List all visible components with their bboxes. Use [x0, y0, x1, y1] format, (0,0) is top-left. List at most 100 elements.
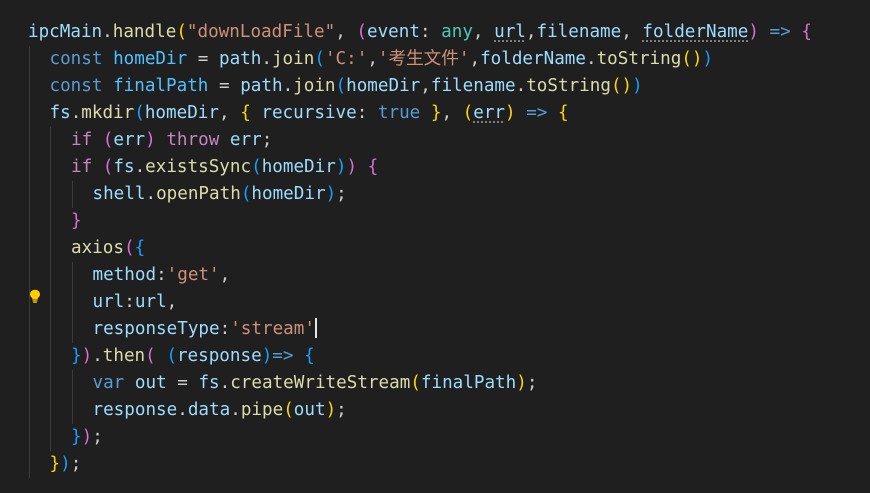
line-content: fs.mkdir(homeDir, { recursive: true }, (…: [50, 100, 569, 127]
line-content: const homeDir = path.join('C:','考生文件',fo…: [50, 46, 714, 73]
code-token: (: [462, 103, 474, 123]
code-token: data: [187, 400, 231, 420]
code-token: .: [230, 400, 241, 420]
code-token: ;: [526, 373, 538, 393]
code-editor[interactable]: ipcMain.handle("downLoadFile", (event: a…: [0, 0, 870, 493]
code-token: .: [282, 76, 294, 96]
code-token: }: [71, 427, 82, 447]
code-token: 'stream': [230, 319, 315, 339]
indent-guide: [71, 181, 73, 208]
code-token: =: [166, 373, 199, 393]
code-token: fs: [113, 157, 135, 177]
code-token: ,: [166, 292, 178, 312]
code-token: {: [304, 346, 315, 366]
text-cursor: [314, 318, 317, 338]
code-token: ): [516, 373, 527, 393]
indent-guide: [71, 316, 73, 343]
code-token: }: [71, 211, 82, 231]
line-content: url:url,: [93, 289, 178, 316]
code-token: out: [293, 400, 326, 420]
indent-guide: [50, 127, 51, 154]
indent-guide: [28, 262, 30, 289]
code-token: (: [410, 373, 421, 393]
code-token: pipe: [240, 400, 284, 420]
code-token: ;: [261, 130, 273, 150]
code-token: ): [325, 184, 337, 204]
code-token: 'C:': [324, 49, 368, 69]
code-token: :: [219, 319, 231, 339]
lightbulb-icon[interactable]: [29, 289, 41, 303]
indent-guide: [50, 262, 51, 289]
indent-guide: [28, 181, 30, 208]
code-token: =>: [272, 346, 294, 366]
line-content: if (err) throw err;: [71, 127, 272, 154]
code-token: :: [156, 265, 167, 285]
indent-guide: [50, 235, 51, 262]
code-token: var: [92, 373, 125, 393]
code-token: then: [102, 346, 146, 366]
code-token: ): [81, 346, 93, 366]
code-token: (: [123, 238, 135, 258]
code-token: fs: [198, 373, 220, 393]
line-content: if (fs.existsSync(homeDir)) {: [71, 154, 378, 181]
code-token: ;: [336, 184, 347, 204]
code-token: any: [441, 22, 473, 42]
line-content: method:'get',: [93, 262, 231, 289]
code-token: axios: [71, 238, 124, 258]
indent-guide: [50, 289, 51, 316]
code-token: .: [70, 103, 82, 123]
code-token: mkdir: [81, 103, 135, 123]
code-token: (: [283, 400, 294, 420]
code-token: ,: [525, 22, 537, 42]
indent-guide: [50, 181, 51, 208]
indent-guide: [28, 100, 30, 127]
code-token: (): [610, 76, 633, 96]
code-token: homeDir: [113, 49, 188, 69]
code-token: toString: [526, 76, 611, 96]
code-token: ): [60, 454, 71, 474]
indent-guide: [50, 424, 51, 451]
indent-guide: [50, 154, 51, 181]
code-token: .: [102, 22, 113, 42]
code-token: ): [261, 346, 273, 366]
code-token: (: [251, 157, 262, 177]
code-token: url: [92, 292, 125, 312]
code-token: homeDir: [251, 184, 326, 204]
code-token: ,: [335, 22, 357, 42]
code-token: if: [71, 157, 93, 177]
code-token: .: [177, 400, 188, 420]
code-token: path: [219, 49, 262, 69]
code-token: {: [240, 103, 251, 123]
code-token: "downLoadFile": [186, 22, 336, 42]
code-token: (: [356, 22, 367, 42]
code-token: :: [356, 103, 378, 123]
code-token: 'get': [166, 265, 220, 285]
line-content: shell.openPath(homeDir);: [93, 181, 347, 208]
indent-guide: [28, 208, 30, 235]
code-token: const: [49, 76, 103, 96]
code-token: finalPath: [113, 76, 209, 96]
code-token: recursive: [261, 103, 357, 123]
code-token: ;: [336, 400, 347, 420]
code-token: true: [377, 103, 421, 123]
indent-guide: [71, 289, 73, 316]
code-token: url: [494, 22, 526, 42]
indent-guide: [28, 154, 30, 181]
code-token: path: [240, 76, 283, 96]
code-token: =: [208, 76, 241, 96]
code-token: (: [335, 76, 347, 96]
code-token: ,: [219, 265, 231, 285]
code-token: filename: [536, 22, 622, 42]
code-token: .: [261, 49, 272, 69]
indent-guide: [50, 370, 51, 397]
